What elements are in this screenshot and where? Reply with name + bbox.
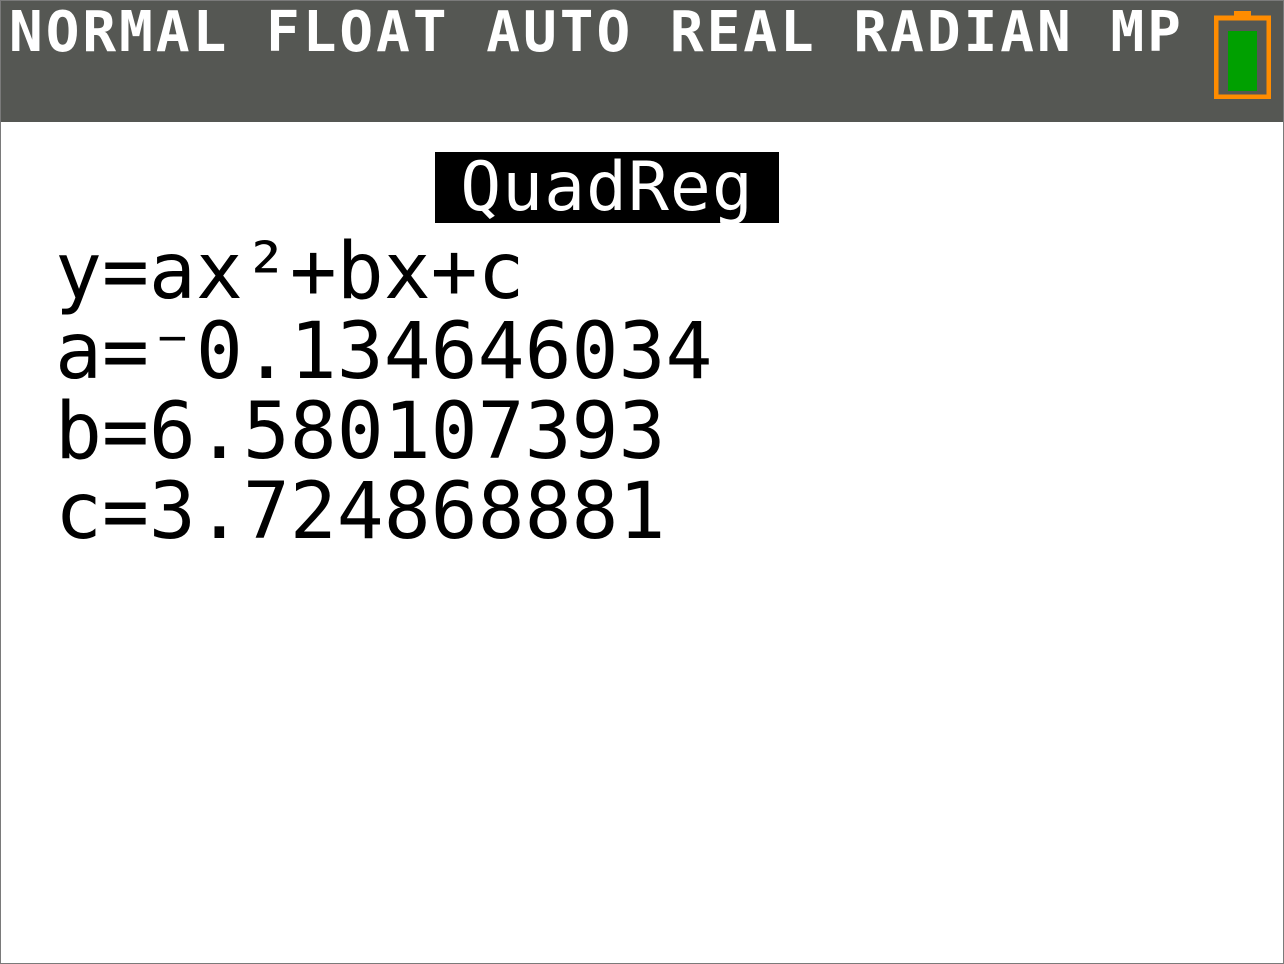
- equation-line: y=ax²+bx+c: [55, 227, 525, 317]
- home-screen: QuadReg y=ax²+bx+c a=⁻0.134646034 b=6.58…: [1, 122, 1283, 963]
- coefficient-a-line: a=⁻0.134646034: [55, 307, 713, 397]
- coefficient-b-line: b=6.580107393: [55, 387, 666, 477]
- regression-results: y=ax²+bx+c a=⁻0.134646034 b=6.580107393 …: [55, 232, 712, 552]
- coefficient-c-line: c=3.724868881: [55, 467, 666, 557]
- mode-settings-text: NORMAL FLOAT AUTO REAL RADIAN MP: [9, 0, 1184, 65]
- status-bar: NORMAL FLOAT AUTO REAL RADIAN MP: [1, 1, 1283, 122]
- battery-icon: [1214, 11, 1271, 99]
- regression-title: QuadReg: [435, 152, 779, 223]
